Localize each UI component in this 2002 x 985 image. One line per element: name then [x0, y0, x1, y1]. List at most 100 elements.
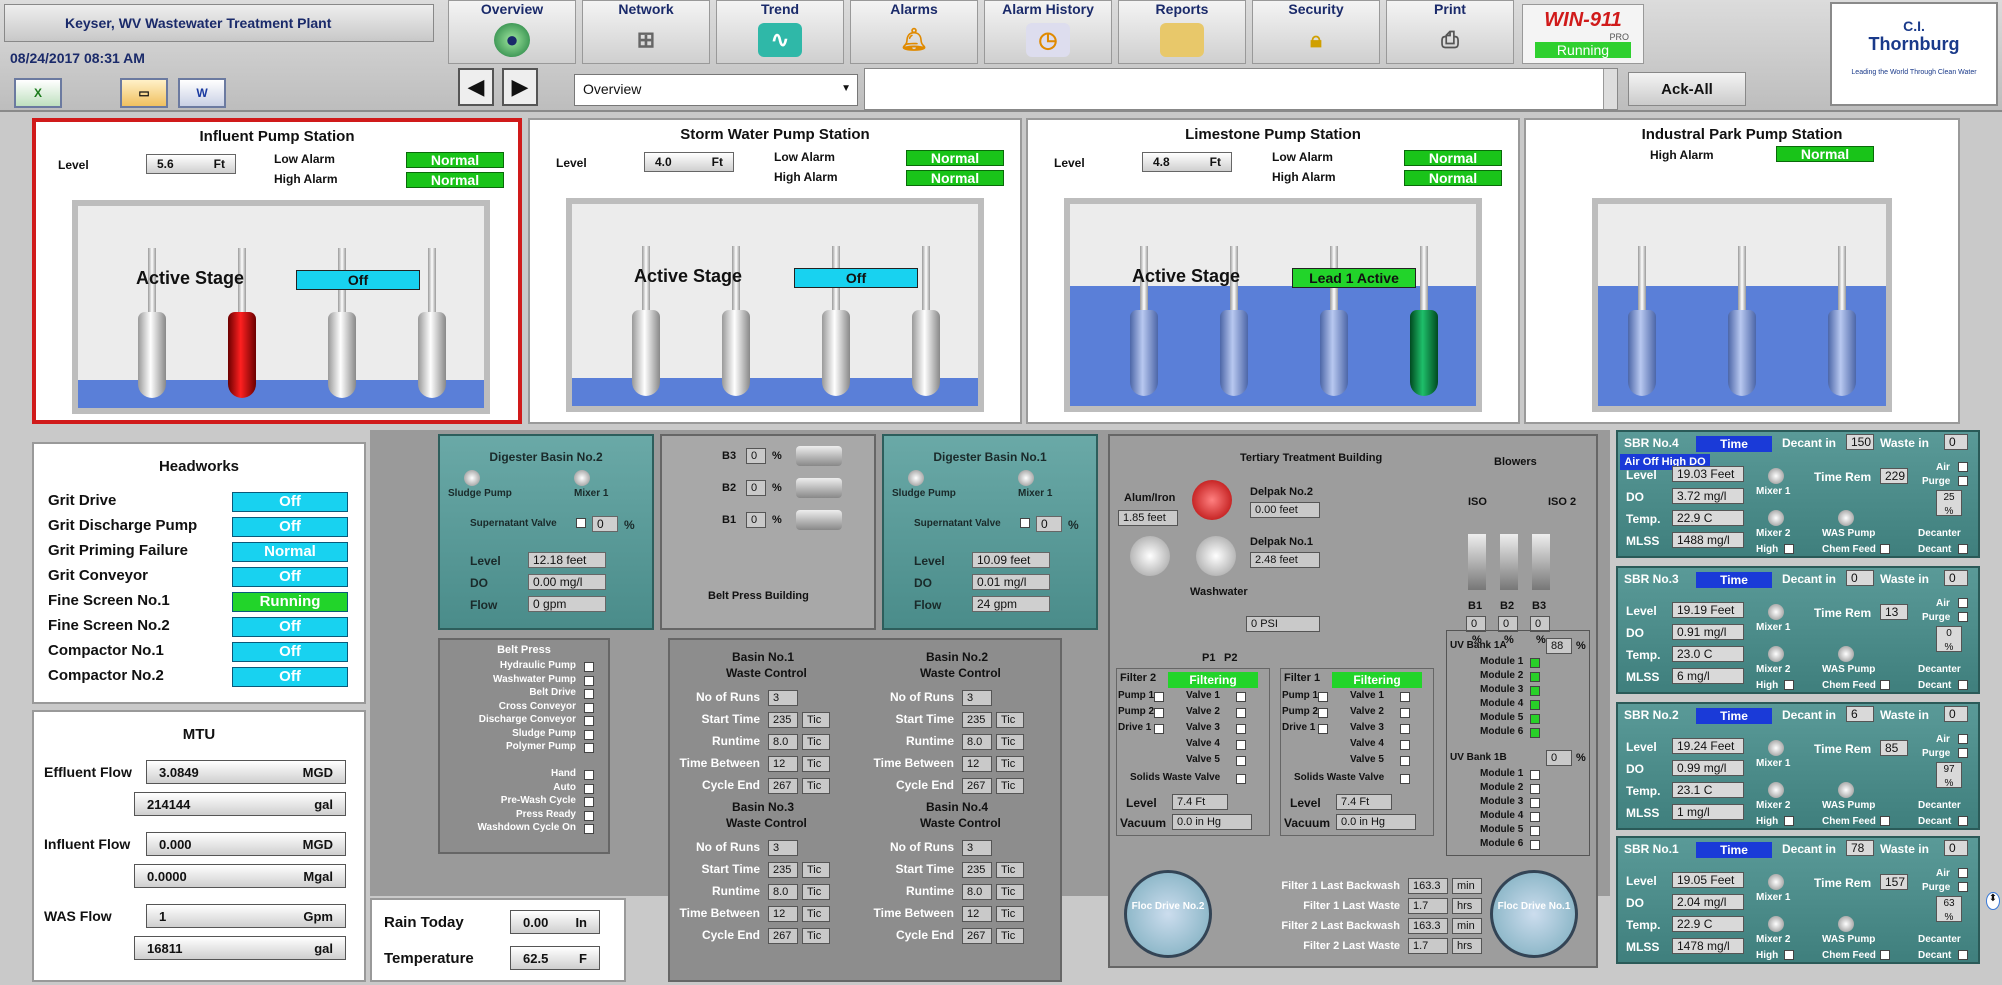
sbr-3-panel[interactable]: SBR No.3 Time Decant in 0 Waste in 0 Level 19.1…	[1616, 566, 1980, 694]
station-industrial-park[interactable]: Industral Park Pump Station High Alarm N…	[1524, 118, 1960, 424]
pump-1[interactable]	[1628, 246, 1656, 396]
station-influent[interactable]: Influent Pump Station Level 5.6 Ft Low Al…	[32, 118, 522, 424]
forward-arrow-button[interactable]: ▶	[502, 68, 538, 106]
high-checkbox[interactable]	[1784, 950, 1794, 960]
basin-field-value[interactable]: 3	[768, 840, 798, 856]
basin-field-value[interactable]: 12	[768, 756, 798, 772]
basin-field-value[interactable]: 3	[768, 690, 798, 706]
valve-checkbox[interactable]	[1236, 756, 1246, 766]
station-limestone[interactable]: Limestone Pump Station Level 4.8 Ft Low A…	[1026, 118, 1520, 424]
basin-field-value[interactable]: 267	[962, 928, 992, 944]
belt-press-checkbox[interactable]	[584, 662, 594, 672]
basin-field-value[interactable]: 235	[768, 712, 798, 728]
digester-basin-2[interactable]: Digester Basin No.2 Sludge Pump Mixer 1 …	[438, 434, 654, 630]
valve-checkbox[interactable]	[1400, 708, 1410, 718]
scroll-up-icon[interactable]: ⬍	[1986, 892, 2000, 910]
ack-all-button[interactable]: Ack-All	[1628, 72, 1746, 106]
pump-2[interactable]	[1728, 246, 1756, 396]
pump-3[interactable]	[1828, 246, 1856, 396]
nav-network[interactable]: Network ⊞	[582, 0, 710, 64]
valve-checkbox[interactable]	[1236, 708, 1246, 718]
basin-field-value[interactable]: 8.0	[962, 884, 992, 900]
chem-feed-checkbox[interactable]	[1880, 816, 1890, 826]
valve-checkbox[interactable]	[1400, 724, 1410, 734]
screen-select[interactable]: Overview ▼	[574, 74, 858, 106]
belt-press-checkbox[interactable]	[584, 810, 594, 821]
basin-field-value[interactable]: 8.0	[768, 884, 798, 900]
valve-b1[interactable]	[796, 510, 842, 530]
chem-feed-checkbox[interactable]	[1880, 950, 1890, 960]
decant-checkbox[interactable]	[1958, 544, 1968, 554]
excel-button[interactable]: X	[14, 78, 62, 108]
basin-field-value[interactable]: 235	[962, 862, 992, 878]
basin-field-value[interactable]: 267	[962, 778, 992, 794]
purge-checkbox[interactable]	[1958, 882, 1968, 892]
decant-checkbox[interactable]	[1958, 950, 1968, 960]
sbr-2-panel[interactable]: SBR No.2 Time Decant in 6 Waste in 0 Level 19.2…	[1616, 702, 1980, 830]
valve-checkbox[interactable]	[1400, 756, 1410, 766]
station-storm-water[interactable]: Storm Water Pump Station Level 4.0 Ft Low…	[528, 118, 1022, 424]
basin-field-value[interactable]: 12	[768, 906, 798, 922]
win911-status[interactable]: WIN-911 PRO Running	[1522, 4, 1644, 64]
floc-drive-2[interactable]: Floc Drive No.2	[1124, 870, 1212, 958]
nav-trend[interactable]: Trend ∿	[716, 0, 844, 64]
air-checkbox[interactable]	[1958, 734, 1968, 744]
valve-checkbox[interactable]	[1400, 740, 1410, 750]
high-checkbox[interactable]	[1784, 544, 1794, 554]
solids-valve-checkbox[interactable]	[1400, 774, 1410, 784]
belt-press-checkbox[interactable]	[584, 743, 594, 753]
filter-checkbox[interactable]	[1154, 708, 1164, 718]
basin-field-value[interactable]: 12	[962, 756, 992, 772]
filter-checkbox[interactable]	[1318, 692, 1328, 702]
chem-feed-checkbox[interactable]	[1880, 544, 1890, 554]
basin-field-value[interactable]: 267	[768, 928, 798, 944]
supernatant-checkbox[interactable]	[576, 518, 586, 528]
belt-press-checkbox[interactable]	[584, 702, 594, 713]
filter-checkbox[interactable]	[1318, 708, 1328, 718]
belt-press-building[interactable]: B3 0 % B2 0 % B1 0 % Belt Press Building	[660, 434, 876, 630]
basin-field-value[interactable]: 12	[962, 906, 992, 922]
nav-overview[interactable]: Overview ●	[448, 0, 576, 64]
belt-press-checkbox[interactable]	[584, 675, 594, 686]
scrollbar[interactable]	[1603, 69, 1617, 109]
nav-alarm-history[interactable]: Alarm History ◷	[984, 0, 1112, 64]
air-checkbox[interactable]	[1958, 868, 1968, 878]
blower-2[interactable]	[1500, 534, 1518, 590]
alarm-message-box[interactable]	[864, 68, 1618, 110]
back-arrow-button[interactable]: ◀	[458, 68, 494, 106]
chem-feed-checkbox[interactable]	[1880, 680, 1890, 690]
floc-drive-1[interactable]: Floc Drive No.1	[1490, 870, 1578, 958]
valve-checkbox[interactable]	[1236, 724, 1246, 734]
valve-checkbox[interactable]	[1400, 692, 1410, 702]
valve-checkbox[interactable]	[1236, 740, 1246, 750]
folder-button[interactable]: ▭	[120, 78, 168, 108]
belt-press-checkbox[interactable]	[584, 797, 594, 807]
belt-press-checkbox[interactable]	[584, 716, 594, 726]
blower-1[interactable]	[1468, 534, 1486, 590]
valve-b3[interactable]	[796, 446, 842, 466]
filter-checkbox[interactable]	[1154, 724, 1164, 734]
basin-field-value[interactable]: 8.0	[768, 734, 798, 750]
basin-field-value[interactable]: 235	[962, 712, 992, 728]
belt-press-checkbox[interactable]	[584, 824, 594, 834]
basin-field-value[interactable]: 235	[768, 862, 798, 878]
nav-print[interactable]: Print ⎙	[1386, 0, 1514, 64]
filter-checkbox[interactable]	[1154, 692, 1164, 702]
belt-press-checkbox[interactable]	[584, 689, 594, 699]
belt-press-checkbox[interactable]	[584, 770, 594, 780]
valve-checkbox[interactable]	[1236, 692, 1246, 702]
solids-valve-checkbox[interactable]	[1236, 774, 1246, 784]
nav-security[interactable]: Security 🔒︎	[1252, 0, 1380, 64]
sbr-4-panel[interactable]: SBR No.4 Time Decant in 150 Waste in 0 Air Off…	[1616, 430, 1980, 558]
purge-checkbox[interactable]	[1958, 612, 1968, 622]
supernatant-checkbox[interactable]	[1020, 518, 1030, 528]
decant-checkbox[interactable]	[1958, 680, 1968, 690]
air-checkbox[interactable]	[1958, 462, 1968, 472]
nav-alarms[interactable]: Alarms 🔔︎	[850, 0, 978, 64]
basin-field-value[interactable]: 267	[768, 778, 798, 794]
nav-reports[interactable]: Reports	[1118, 0, 1246, 64]
belt-press-checkbox[interactable]	[584, 729, 594, 740]
high-checkbox[interactable]	[1784, 680, 1794, 690]
belt-press-checkbox[interactable]	[584, 783, 594, 794]
basin-field-value[interactable]: 3	[962, 840, 992, 856]
